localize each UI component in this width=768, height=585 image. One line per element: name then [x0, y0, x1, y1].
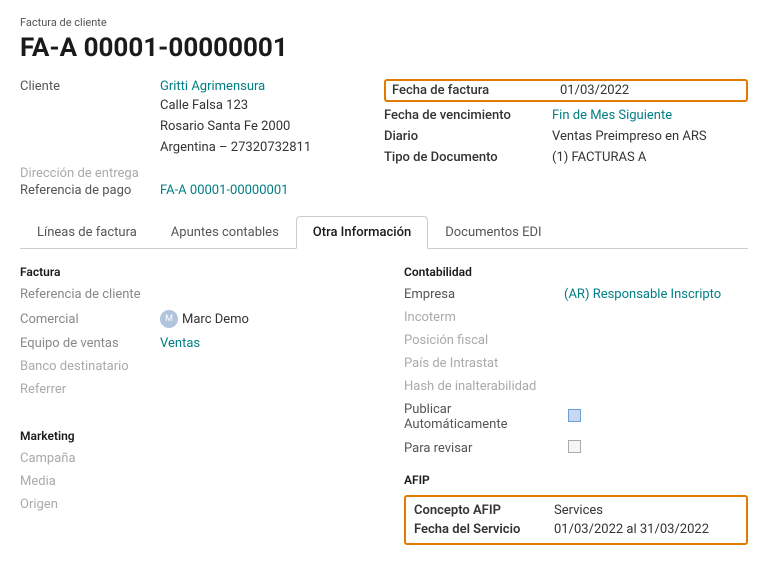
marketing-section: Marketing Campaña Media Origen	[20, 429, 364, 512]
tab-apuntes[interactable]: Apuntes contables	[154, 216, 296, 248]
avatar: M	[160, 310, 178, 328]
diario-label: Diario	[384, 129, 544, 144]
client-name[interactable]: Gritti Agrimensura	[160, 79, 265, 94]
doc-type: Factura de cliente	[20, 16, 748, 29]
campana-row: Campaña	[20, 451, 364, 466]
equipo-ventas-value[interactable]: Ventas	[160, 336, 200, 351]
left-content: Factura Referencia de cliente Comercial …	[20, 265, 364, 545]
afip-title: AFIP	[404, 473, 748, 487]
tipo-doc-value: (1) FACTURAS A	[552, 150, 646, 165]
para-revisar-label: Para revisar	[404, 441, 564, 456]
contabilidad-title: Contabilidad	[404, 265, 748, 279]
tipo-doc-row: Tipo de Documento (1) FACTURAS A	[384, 150, 748, 165]
tab-otra[interactable]: Otra Información	[296, 216, 428, 249]
tipo-doc-label: Tipo de Documento	[384, 150, 544, 165]
client-row: Cliente Gritti Agrimensura	[20, 79, 384, 94]
referrer-row: Referrer	[20, 382, 364, 397]
fecha-factura-box: Fecha de factura 01/03/2022	[384, 79, 748, 102]
comercial-row: Comercial M Marc Demo	[20, 310, 364, 328]
header-section: Cliente Gritti Agrimensura Calle Falsa 1…	[20, 79, 748, 200]
fecha-servicio-label: Fecha del Servicio	[414, 522, 554, 537]
fecha-servicio-row: Fecha del Servicio 01/03/2022 al 31/03/2…	[414, 522, 738, 537]
content-area: Factura Referencia de cliente Comercial …	[20, 265, 748, 545]
payment-ref-row: Referencia de pago FA-A 00001-00000001	[20, 183, 384, 198]
concepto-afip-row: Concepto AFIP Services	[414, 503, 738, 518]
empresa-value[interactable]: (AR) Responsable Inscripto	[564, 287, 721, 302]
hash-label: Hash de inalterabilidad	[404, 379, 564, 394]
doc-title: FA-A 00001-00000001	[20, 33, 748, 63]
client-address: Calle Falsa 123 Rosario Santa Fe 2000 Ar…	[160, 96, 384, 158]
publicar-row: PublicarAutomáticamente	[404, 402, 748, 432]
payment-ref-label: Referencia de pago	[20, 183, 160, 198]
client-label: Cliente	[20, 79, 160, 94]
diario-value: Ventas Preimpreso en ARS	[552, 129, 707, 144]
campana-label: Campaña	[20, 451, 160, 466]
banco-row: Banco destinatario	[20, 359, 364, 374]
empresa-row: Empresa (AR) Responsable Inscripto	[404, 287, 748, 302]
delivery-row: Dirección de entrega	[20, 166, 384, 181]
fecha-factura-value[interactable]: 01/03/2022	[560, 83, 629, 98]
fecha-vencimiento-value[interactable]: Fin de Mes Siguiente	[552, 108, 672, 123]
ref-cliente-label: Referencia de cliente	[20, 287, 160, 302]
right-content: Contabilidad Empresa (AR) Responsable In…	[404, 265, 748, 545]
publicar-checkbox[interactable]	[568, 409, 581, 426]
banco-label: Banco destinatario	[20, 359, 160, 374]
para-revisar-row: Para revisar	[404, 440, 748, 457]
concepto-afip-label: Concepto AFIP	[414, 503, 554, 518]
origen-row: Origen	[20, 497, 364, 512]
equipo-ventas-row: Equipo de ventas Ventas	[20, 336, 364, 351]
para-revisar-checkbox[interactable]	[568, 440, 581, 457]
afip-box: Concepto AFIP Services Fecha del Servici…	[404, 495, 748, 545]
tab-lineas[interactable]: Líneas de factura	[20, 216, 154, 248]
marketing-title: Marketing	[20, 429, 364, 443]
posicion-fiscal-label: Posición fiscal	[404, 333, 564, 348]
afip-section: AFIP Concepto AFIP Services Fecha del Se…	[404, 473, 748, 545]
client-info: Cliente Gritti Agrimensura Calle Falsa 1…	[20, 79, 384, 200]
media-row: Media	[20, 474, 364, 489]
diario-row: Diario Ventas Preimpreso en ARS	[384, 129, 748, 144]
right-header-info: Fecha de factura 01/03/2022 Fecha de ven…	[384, 79, 748, 200]
payment-ref-value[interactable]: FA-A 00001-00000001	[160, 183, 288, 198]
fecha-servicio-value[interactable]: 01/03/2022 al 31/03/2022	[554, 522, 709, 537]
posicion-fiscal-row: Posición fiscal	[404, 333, 748, 348]
empresa-label: Empresa	[404, 287, 564, 302]
delivery-label: Dirección de entrega	[20, 166, 160, 181]
publicar-label: PublicarAutomáticamente	[404, 402, 564, 432]
origen-label: Origen	[20, 497, 160, 512]
media-label: Media	[20, 474, 160, 489]
pais-intrastat-label: País de Intrastat	[404, 356, 564, 371]
invoice-page: Factura de cliente FA-A 00001-00000001 C…	[0, 0, 768, 561]
fecha-factura-label: Fecha de factura	[392, 83, 552, 98]
comercial-label: Comercial	[20, 312, 160, 327]
ref-cliente-row: Referencia de cliente	[20, 287, 364, 302]
comercial-value[interactable]: M Marc Demo	[160, 310, 249, 328]
tabs-bar: Líneas de factura Apuntes contables Otra…	[20, 216, 748, 249]
tab-edi[interactable]: Documentos EDI	[428, 216, 558, 248]
concepto-afip-value[interactable]: Services	[554, 503, 603, 518]
incoterm-label: Incoterm	[404, 310, 564, 325]
hash-row: Hash de inalterabilidad	[404, 379, 748, 394]
incoterm-row: Incoterm	[404, 310, 748, 325]
fecha-vencimiento-label: Fecha de vencimiento	[384, 108, 544, 123]
equipo-ventas-label: Equipo de ventas	[20, 336, 160, 351]
factura-section-title: Factura	[20, 265, 364, 279]
fecha-vencimiento-row: Fecha de vencimiento Fin de Mes Siguient…	[384, 108, 748, 123]
pais-intrastat-row: País de Intrastat	[404, 356, 748, 371]
comercial-name: Marc Demo	[182, 312, 249, 327]
referrer-label: Referrer	[20, 382, 160, 397]
